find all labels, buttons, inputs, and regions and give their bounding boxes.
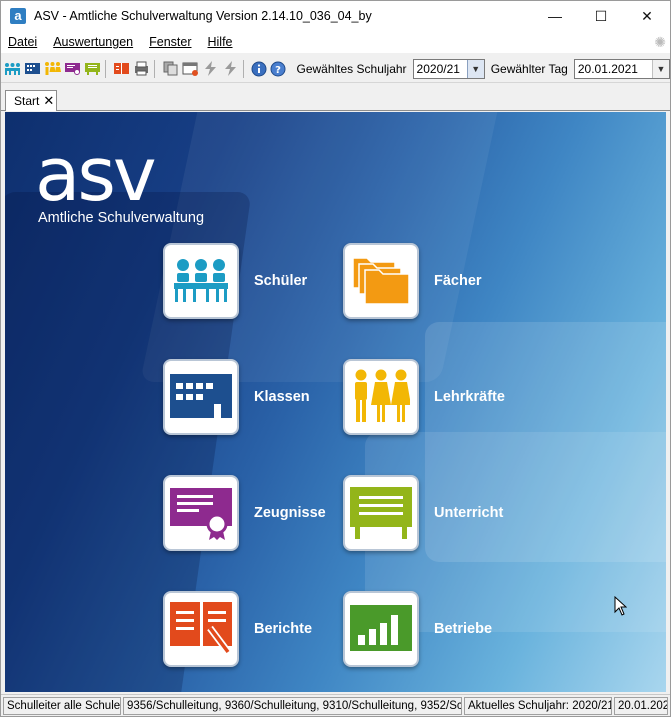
tile-icon-box [343, 475, 419, 551]
tile-label: Klassen [254, 389, 310, 405]
classes-icon[interactable] [24, 60, 41, 77]
students-icon [173, 256, 229, 307]
tile-icon-box [343, 359, 419, 435]
menu-datei[interactable]: Datei [8, 35, 37, 49]
status-bar: Schulleiter alle Schulen 9356/Schulleitu… [1, 694, 670, 716]
svg-text:?: ? [275, 65, 281, 76]
copy-icon[interactable] [162, 60, 179, 77]
tile-icon-box [343, 243, 419, 319]
menu-hilfe[interactable]: Hilfe [208, 35, 233, 49]
chevron-down-icon[interactable]: ▼ [652, 59, 669, 78]
tile-unterricht[interactable]: Unterricht [343, 475, 503, 551]
reports-icon[interactable] [113, 60, 130, 77]
status-current-year: Aktuelles Schuljahr: 2020/21 [464, 696, 612, 715]
toolbar-separator [153, 59, 155, 78]
lightning-icon[interactable] [202, 60, 219, 77]
title-bar: a ASV - Amtliche Schulverwaltung Version… [1, 1, 670, 31]
start-page: asv Amtliche Schulverwaltung Schüler Fäc… [5, 112, 666, 692]
menu-fenster[interactable]: Fenster [149, 35, 191, 49]
window-icon[interactable] [182, 60, 199, 77]
status-roles: 9356/Schulleitung, 9360/Schulleitung, 93… [123, 696, 462, 715]
tile-label: Betriebe [434, 621, 493, 637]
certificate-icon [170, 484, 232, 543]
close-button[interactable]: ✕ [624, 1, 670, 31]
tile-lehrkraefte[interactable]: Lehrkräfte [343, 359, 505, 435]
toolbar-separator [242, 59, 244, 78]
tab-label: Start [14, 94, 40, 108]
chevron-down-icon[interactable]: ▼ [466, 59, 484, 78]
tile-label: Schüler [254, 273, 308, 289]
tile-label: Berichte [254, 621, 313, 637]
tile-label: Fächer [434, 273, 482, 289]
asv-logo: asv [35, 132, 157, 218]
tile-icon-box [163, 359, 239, 435]
tile-faecher[interactable]: Fächer [343, 243, 482, 319]
schoolyear-label: Gewähltes Schuljahr [296, 61, 407, 76]
tile-icon-box [163, 591, 239, 667]
certificates-icon[interactable] [64, 60, 81, 77]
tile-schueler[interactable]: Schüler [163, 243, 307, 319]
schoolyear-value: 2020/21 [416, 61, 460, 76]
app-icon: a [10, 8, 26, 24]
menu-bar: Datei Auswertungen Fenster Hilfe [1, 31, 670, 53]
schoolyear-select[interactable]: 2020/21 ▼ [412, 58, 485, 79]
tile-icon-box [163, 475, 239, 551]
print-icon[interactable] [133, 60, 150, 77]
toolbar: ? Gewähltes Schuljahr 2020/21 ▼ Gewählte… [1, 55, 670, 83]
status-user: Schulleiter alle Schulen [3, 696, 121, 715]
tile-label: Zeugnisse [254, 505, 326, 521]
tile-klassen[interactable]: Klassen [163, 359, 310, 435]
status-date: 20.01.2021 [614, 696, 668, 715]
day-value: 20.01.2021 [577, 61, 638, 76]
report-book-icon [170, 600, 232, 659]
tile-betriebe[interactable]: Betriebe [343, 591, 492, 667]
application-window: a ASV - Amtliche Schulverwaltung Version… [0, 0, 671, 717]
help-icon[interactable]: ? [270, 60, 286, 77]
logo-subtitle: Amtliche Schulverwaltung [38, 210, 205, 226]
tile-label: Lehrkräfte [434, 389, 505, 405]
tile-berichte[interactable]: Berichte [163, 591, 312, 667]
mouse-cursor-icon [614, 595, 628, 619]
tile-icon-box [343, 591, 419, 667]
info-icon[interactable] [251, 60, 267, 77]
loading-spinner-icon: ✺ [654, 34, 666, 50]
bar-chart-icon [350, 604, 412, 654]
tab-start[interactable]: Start ✕ [5, 90, 57, 111]
toolbar-separator [105, 59, 106, 78]
teachers-icon[interactable] [44, 60, 61, 77]
folders-icon [351, 254, 411, 309]
classroom-icon [170, 373, 232, 421]
teachers-icon [352, 369, 411, 426]
close-icon[interactable]: ✕ [43, 93, 54, 109]
tile-icon-box [163, 243, 239, 319]
menu-auswertungen[interactable]: Auswertungen [53, 35, 133, 49]
tab-strip: Start ✕ [1, 85, 670, 111]
lightning-icon-2[interactable] [222, 60, 239, 77]
students-icon[interactable] [4, 60, 21, 77]
maximize-button[interactable]: ☐ [578, 1, 624, 31]
minimize-button[interactable]: — [532, 1, 578, 31]
tile-label: Unterricht [434, 505, 504, 521]
window-title: ASV - Amtliche Schulverwaltung Version 2… [34, 9, 372, 23]
day-select[interactable]: 20.01.2021 ▼ [573, 58, 670, 79]
board-icon [350, 485, 412, 542]
day-label: Gewählter Tag [490, 61, 568, 76]
tile-zeugnisse[interactable]: Zeugnisse [163, 475, 326, 551]
lessons-icon[interactable] [84, 60, 101, 77]
